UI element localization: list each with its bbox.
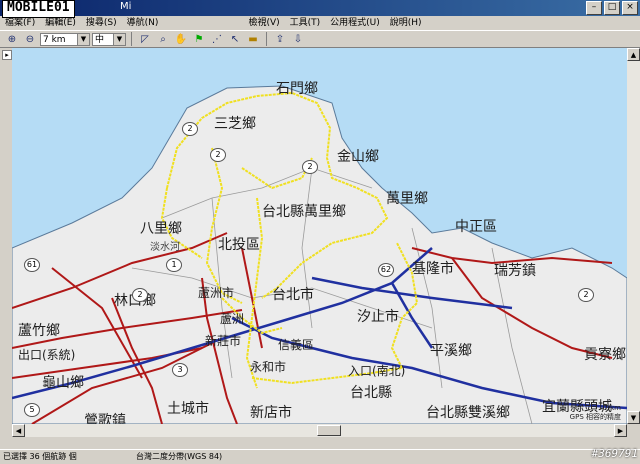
menu-bar: 檔案(F) 編輯(E) 搜尋(S) 導航(N) 檢視(V) 工具(T) 公用程式…	[0, 16, 640, 30]
map-label: 蘆洲市	[198, 286, 235, 300]
map-label: 八里鄉	[140, 221, 182, 237]
menu-search[interactable]: 搜尋(S)	[81, 16, 122, 30]
flag-icon[interactable]: ⚑	[191, 31, 207, 47]
map-label: 蘆竹鄉	[18, 323, 60, 339]
menu-navigate[interactable]: 導航(N)	[122, 16, 164, 30]
menu-help[interactable]: 說明(H)	[385, 16, 427, 30]
map-label: 萬里鄉	[386, 191, 428, 207]
map-label: 金山鄉	[337, 149, 379, 165]
route-shield: 5	[24, 403, 40, 417]
map-label: 中正區	[455, 219, 497, 235]
map-label: 台北市	[272, 287, 314, 303]
map-label: 永和市	[250, 360, 287, 374]
route-shield: 2	[132, 288, 148, 302]
window-title: Mi	[120, 1, 132, 12]
route-shield: 2	[302, 160, 318, 174]
status-bar: 已選擇 36 個航跡 個 台灣二度分帶(WGS 84)	[0, 449, 640, 464]
map-label: 平溪鄉	[430, 343, 472, 359]
menu-view[interactable]: 檢視(V)	[243, 16, 284, 30]
toolbar: ⊕ ⊖ 7 km ▼ 中 ▼ ◸ ⌕ ✋ ⚑ ⋰ ↖ ▬ ⇪ ⇩	[0, 30, 640, 48]
map-label: 台北縣雙溪鄉	[426, 405, 510, 421]
zoom-scale-select[interactable]: 7 km ▼	[40, 32, 90, 46]
map-label: 貢寮鄉	[584, 347, 626, 363]
map-label: 土城市	[167, 401, 209, 417]
scroll-down-button[interactable]: ▼	[627, 411, 640, 424]
measure-icon[interactable]: ▬	[245, 31, 261, 47]
map-label: 汐止市	[357, 309, 399, 325]
map-label: 台北縣萬里鄉	[262, 204, 346, 220]
map-view[interactable]: 石門鄉 三芝鄉 金山鄉 萬里鄉 台北縣萬里鄉 中正區 八里鄉 淡水河 北投區 基…	[12, 48, 627, 424]
send-to-device-icon[interactable]: ⇪	[272, 31, 288, 47]
map-label: 三芝鄉	[214, 116, 256, 132]
map-label: 入口(南北)	[348, 364, 406, 378]
zoom-out-icon[interactable]: ⊖	[22, 31, 38, 47]
route-shield: 2	[210, 148, 226, 162]
maximize-button[interactable]: □	[604, 1, 620, 15]
select-icon[interactable]: ↖	[227, 31, 243, 47]
zoom-in-icon[interactable]: ⊕	[4, 31, 20, 47]
horizontal-scrollbar[interactable]: ◀ ▶	[12, 424, 627, 437]
expand-panel-button[interactable]: ▸	[2, 50, 12, 60]
route-shield: 2	[182, 122, 198, 136]
menu-file[interactable]: 檔案(F)	[0, 16, 40, 30]
hand-icon[interactable]: ✋	[173, 31, 189, 47]
status-selection: 已選擇 36 個航跡 個	[3, 452, 77, 461]
route-icon[interactable]: ⋰	[209, 31, 225, 47]
menu-tools[interactable]: 工具(T)	[285, 16, 326, 30]
map-label: 瑞芳鎮	[494, 263, 536, 279]
route-shield: 2	[578, 288, 594, 302]
pointer-icon[interactable]: ◸	[137, 31, 153, 47]
scroll-up-button[interactable]: ▲	[627, 48, 640, 61]
magnify-icon[interactable]: ⌕	[155, 31, 171, 47]
left-gutter: ▸	[0, 48, 12, 438]
map-label: 北投區	[218, 237, 260, 253]
map-label: 出口(系統)	[18, 348, 76, 362]
vertical-scrollbar[interactable]: ▲ ▼	[627, 48, 640, 424]
title-bar: MOBILE01 Mi – □ ×	[0, 0, 640, 18]
menu-utilities[interactable]: 公用程式(U)	[325, 16, 385, 30]
map-label: 石門鄉	[276, 81, 318, 97]
map-label: 台北縣	[350, 385, 392, 401]
watermark: #369791	[591, 447, 638, 460]
map-label: 信義區	[278, 338, 315, 352]
scroll-right-button[interactable]: ▶	[614, 424, 627, 437]
map-canvas	[12, 85, 627, 424]
map-label: 龜山鄉	[42, 375, 84, 391]
map-label: 鶯歌鎮	[84, 413, 126, 424]
receive-from-device-icon[interactable]: ⇩	[290, 31, 306, 47]
map-label: 新莊市	[205, 334, 242, 348]
detail-level-select[interactable]: 中 ▼	[92, 32, 126, 46]
route-shield: 62	[378, 263, 394, 277]
map-scale: 7 km GPS 相容的精度	[569, 404, 621, 421]
close-button[interactable]: ×	[622, 1, 638, 15]
map-label: 基隆市	[412, 261, 454, 277]
menu-edit[interactable]: 編輯(E)	[40, 16, 81, 30]
route-shield: 3	[172, 363, 188, 377]
route-shield: 61	[24, 258, 40, 272]
scroll-left-button[interactable]: ◀	[12, 424, 25, 437]
map-label: 淡水河	[150, 242, 180, 253]
minimize-button[interactable]: –	[586, 1, 602, 15]
map-label: 新店市	[250, 405, 292, 421]
status-datum: 台灣二度分帶(WGS 84)	[136, 452, 223, 461]
horizontal-scroll-thumb[interactable]	[317, 425, 341, 436]
map-label: 蘆洲	[220, 312, 245, 326]
route-shield: 1	[166, 258, 182, 272]
